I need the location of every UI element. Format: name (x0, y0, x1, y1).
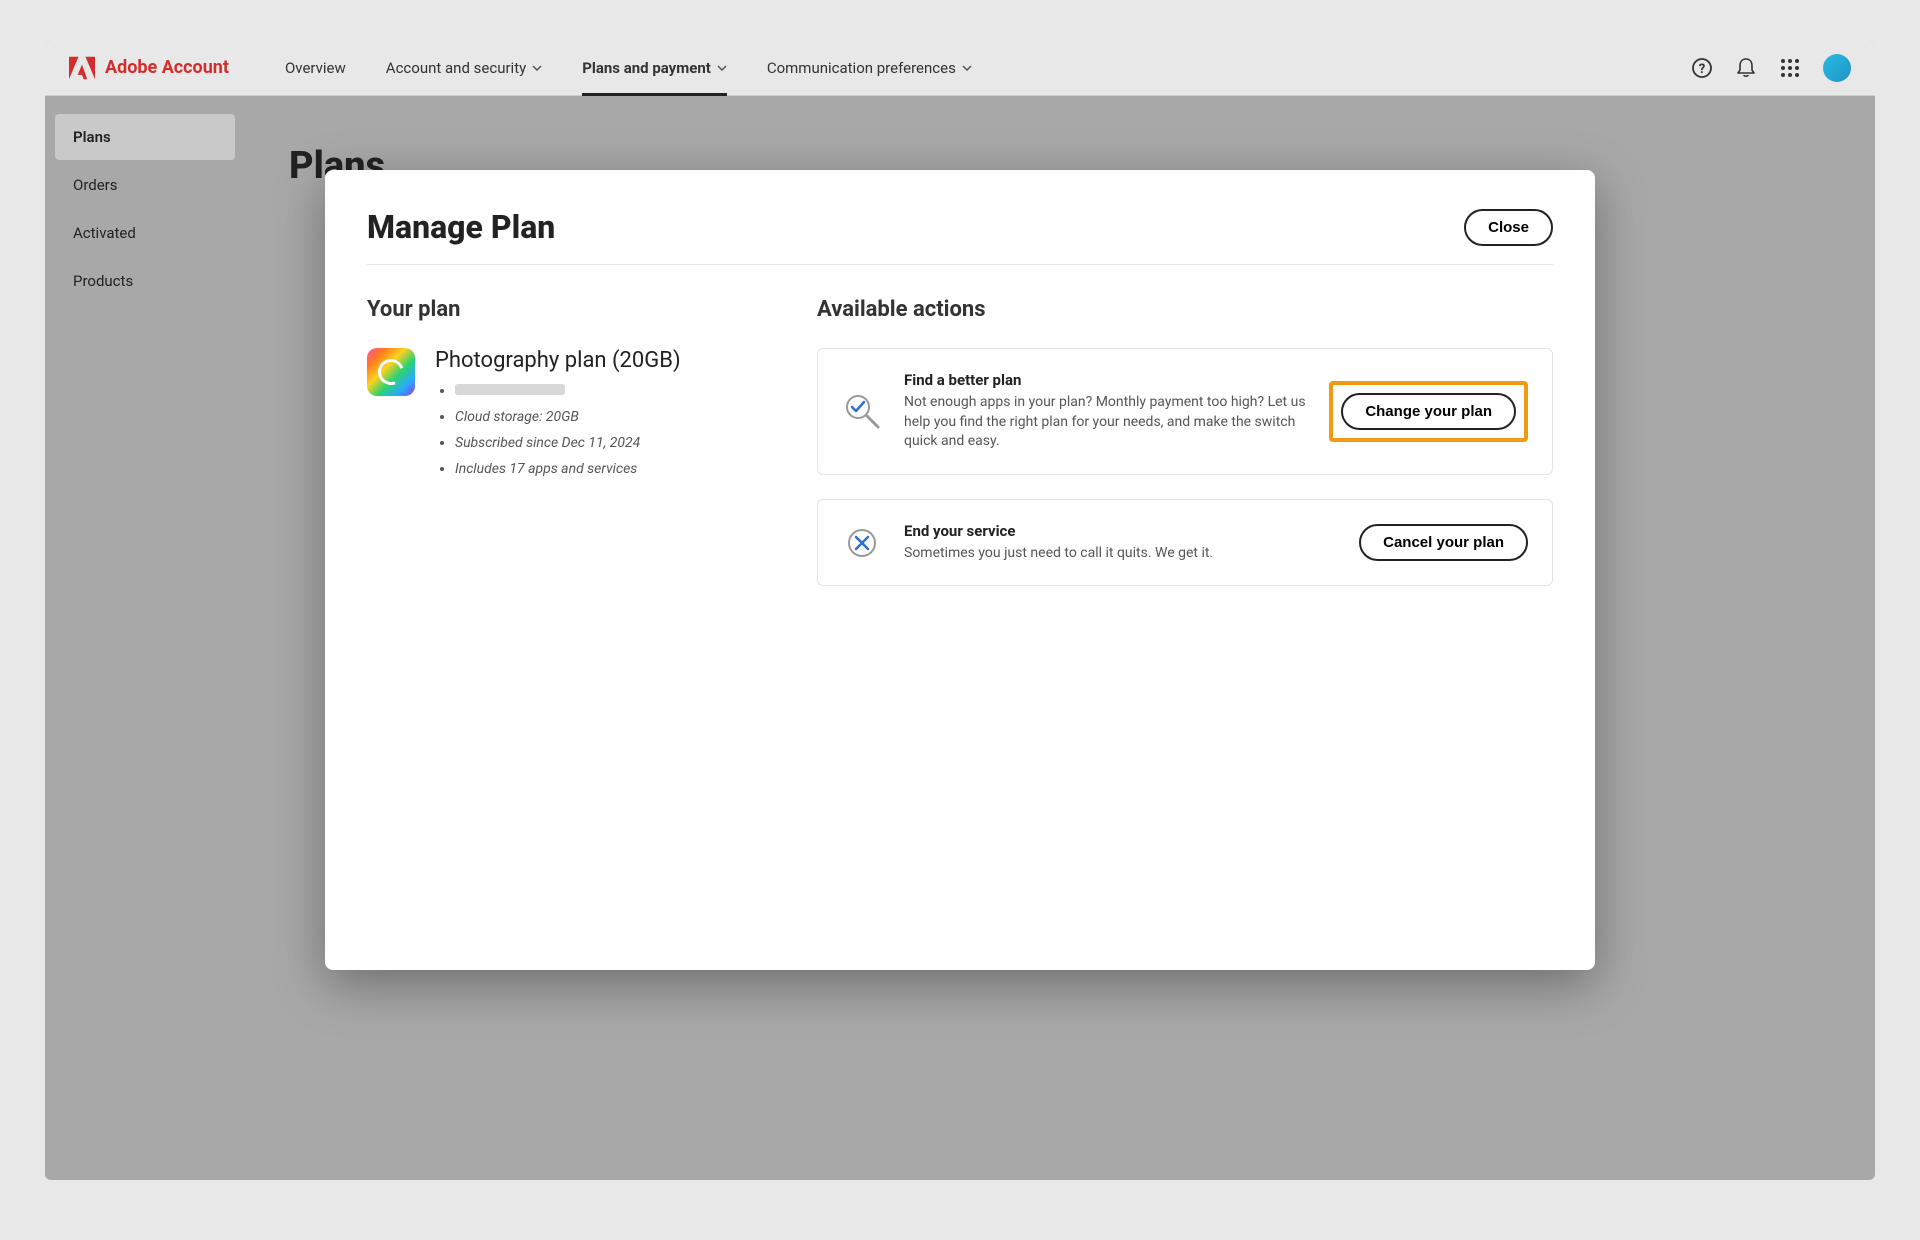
nav-communication[interactable]: Communication preferences (747, 40, 992, 96)
your-plan-section: Your plan Photography plan (20GB) Cloud … (367, 297, 757, 610)
avatar[interactable] (1823, 54, 1851, 82)
find-better-plan-card: Find a better plan Not enough apps in yo… (817, 348, 1553, 475)
manage-plan-modal: Manage Plan Close Your plan Photography … (325, 170, 1595, 970)
highlight-box: Change your plan (1329, 381, 1528, 442)
chevron-down-icon (962, 65, 972, 71)
find-better-title: Find a better plan (904, 371, 1307, 389)
change-plan-button[interactable]: Change your plan (1341, 393, 1516, 430)
available-actions-section: Available actions Find a better plan Not… (817, 297, 1553, 610)
svg-text:?: ? (1699, 62, 1705, 77)
sidebar-item-products[interactable]: Products (55, 258, 235, 304)
end-service-desc: Sometimes you just need to call it quits… (904, 544, 1337, 564)
plan-since: Subscribed since Dec 11, 2024 (455, 435, 681, 451)
apps-grid-icon[interactable] (1779, 57, 1801, 79)
creative-cloud-icon (367, 348, 415, 396)
top-navbar: Adobe Account Overview Account and secur… (45, 40, 1875, 96)
modal-title: Manage Plan (367, 208, 555, 246)
find-better-desc: Not enough apps in your plan? Monthly pa… (904, 393, 1307, 452)
chevron-down-icon (717, 65, 727, 71)
plan-storage: Cloud storage: 20GB (455, 409, 681, 425)
help-icon[interactable]: ? (1691, 57, 1713, 79)
brand-name: Adobe Account (105, 57, 229, 78)
end-service-title: End your service (904, 522, 1337, 540)
chevron-down-icon (532, 65, 542, 71)
nav-items: Overview Account and security Plans and … (265, 40, 992, 96)
modal-body: Your plan Photography plan (20GB) Cloud … (367, 297, 1553, 610)
adobe-logo[interactable]: Adobe Account (69, 56, 229, 80)
adobe-logo-icon (69, 56, 95, 80)
plan-name: Photography plan (20GB) (435, 348, 681, 373)
bell-icon[interactable] (1735, 57, 1757, 79)
plan-row: Photography plan (20GB) Cloud storage: 2… (367, 348, 757, 487)
plan-price-placeholder (455, 383, 681, 399)
magnifier-check-icon (842, 391, 882, 431)
sidebar-item-activated[interactable]: Activated (55, 210, 235, 256)
nav-overview[interactable]: Overview (265, 40, 366, 96)
circle-x-icon (842, 523, 882, 563)
end-service-card: End your service Sometimes you just need… (817, 499, 1553, 587)
sidebar-item-plans[interactable]: Plans (55, 114, 235, 160)
nav-right: ? (1691, 54, 1851, 82)
your-plan-heading: Your plan (367, 297, 757, 322)
sidebar: Plans Orders Activated Products (55, 114, 235, 306)
plan-includes: Includes 17 apps and services (455, 461, 681, 477)
close-button[interactable]: Close (1464, 209, 1553, 246)
plan-details: Photography plan (20GB) Cloud storage: 2… (435, 348, 681, 487)
nav-account-security[interactable]: Account and security (366, 40, 562, 96)
cancel-plan-button[interactable]: Cancel your plan (1359, 524, 1528, 561)
modal-header: Manage Plan Close (367, 208, 1553, 265)
available-actions-heading: Available actions (817, 297, 1553, 322)
nav-plans-payment[interactable]: Plans and payment (562, 40, 747, 96)
sidebar-item-orders[interactable]: Orders (55, 162, 235, 208)
